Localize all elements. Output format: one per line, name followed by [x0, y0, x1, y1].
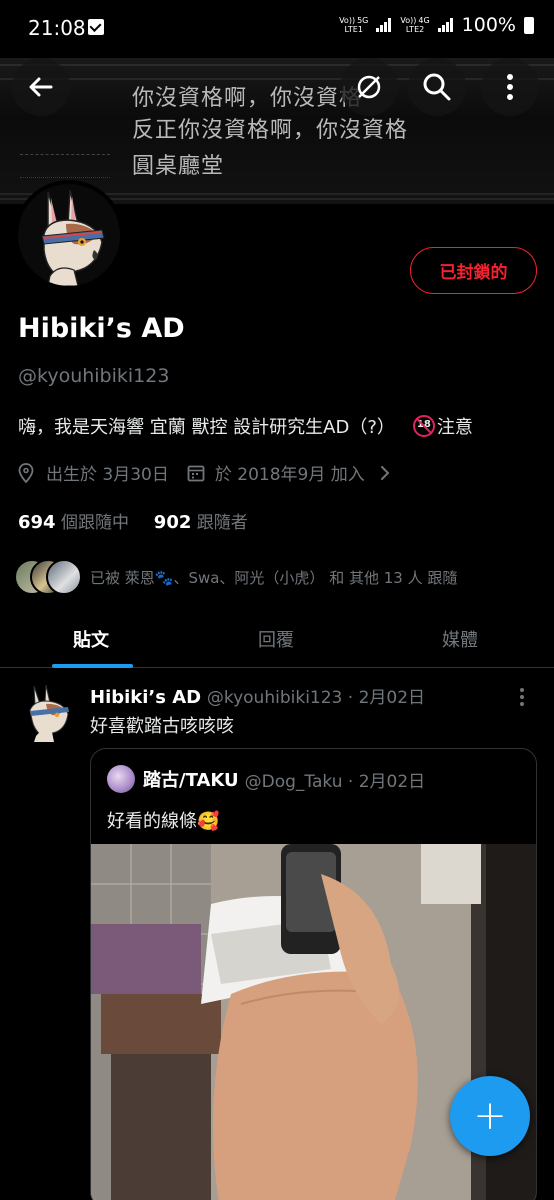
quoted-tweet-header: 踏古/TAKU @Dog_Taku · 2月02日 — [107, 765, 425, 793]
notification-check-icon — [88, 19, 104, 35]
tweet-handle-date: @kyouhibiki123 · 2月02日 — [206, 688, 426, 708]
bio-suffix: 注意 — [436, 417, 473, 438]
profile-meta: 出生於 3月30日 於 2018年9月 加入 — [18, 460, 391, 485]
followed-by-row[interactable]: 已被 萊恩🐾、Swa、阿光（小虎） 和 其他 13 人 跟隨 — [14, 558, 457, 596]
sim1-indicator: Vo)) 5G LTE1 — [339, 16, 369, 34]
tweet-header: Hibiki’s AD @kyouhibiki123 · 2月02日 — [90, 683, 425, 708]
banner-glitch — [20, 154, 110, 178]
compose-fab-button[interactable]: + — [450, 1076, 530, 1156]
signal-icon — [437, 18, 454, 32]
quoted-handle-date: @Dog_Taku · 2月02日 — [244, 771, 426, 792]
location-pin-icon — [18, 462, 34, 483]
follower-avatars — [14, 559, 86, 595]
signal-icon — [376, 18, 392, 32]
calendar-icon — [187, 465, 205, 481]
joined-text: 於 2018年9月 加入 — [214, 465, 365, 485]
no-signal-icon — [357, 75, 381, 99]
blocked-button[interactable]: 已封鎖的 — [410, 247, 537, 294]
tweet-author-name[interactable]: Hibiki’s AD — [90, 687, 201, 708]
tweet-avatar[interactable] — [22, 684, 72, 742]
bio-text: 嗨，我是天海響 宜蘭 獸控 設計研究生AD（?） — [18, 417, 395, 438]
avatar — [107, 765, 135, 793]
sim2-indicator: Vo)) 4G LTE2 — [400, 16, 430, 34]
tab-replies[interactable]: 回覆 — [258, 626, 294, 652]
rabbit-avatar-image — [18, 184, 120, 286]
more-button[interactable] — [481, 58, 539, 116]
quoted-author-name: 踏古/TAKU — [143, 770, 239, 791]
no-under-18-icon: 18 — [412, 415, 435, 437]
status-time: 21:08 — [28, 16, 86, 40]
status-bar: 21:08 Vo)) 5G LTE1 Vo)) 4G LTE2 100% — [0, 0, 554, 58]
followers-link[interactable]: 902 跟隨者 — [154, 512, 248, 533]
search-icon — [423, 73, 451, 101]
followed-by-text: 已被 萊恩🐾、Swa、阿光（小虎） 和 其他 13 人 跟隨 — [90, 568, 458, 587]
mute-button[interactable] — [340, 58, 398, 116]
banner-line-3: 圓桌廳堂 — [132, 154, 225, 179]
banner-line-1: 你沒資格啊，你沒資格 — [132, 86, 363, 111]
banner-line-2: 反正你沒資格啊，你沒資格 — [132, 118, 409, 143]
battery-percent: 100% — [461, 14, 516, 36]
plus-icon: + — [473, 1093, 507, 1139]
profile-bio: 嗨，我是天海響 宜蘭 獸控 設計研究生AD（?） 18 注意 — [18, 413, 473, 439]
quoted-tweet-text: 好看的線條🥰 — [107, 811, 220, 832]
birthday-text: 出生於 3月30日 — [46, 465, 169, 485]
avatar — [46, 559, 82, 595]
search-button[interactable] — [408, 58, 466, 116]
battery-icon — [524, 16, 534, 34]
more-vertical-icon — [507, 74, 513, 100]
arrow-left-icon — [29, 77, 53, 97]
profile-tabs: 貼文 回覆 媒體 — [0, 612, 554, 668]
chevron-right-icon[interactable] — [379, 465, 391, 481]
follow-stats: 694 個跟隨中 902 跟隨者 — [18, 508, 248, 533]
back-button[interactable] — [12, 58, 70, 116]
profile-name: Hibiki’s AD — [18, 313, 185, 344]
tab-posts[interactable]: 貼文 — [73, 626, 109, 652]
tab-media[interactable]: 媒體 — [442, 626, 478, 652]
following-link[interactable]: 694 個跟隨中 — [18, 512, 129, 533]
profile-handle: @kyouhibiki123 — [18, 365, 170, 387]
tweet-more-icon[interactable] — [520, 688, 524, 709]
profile-avatar[interactable] — [14, 180, 124, 290]
tweet-text: 好喜歡踏古咳咳咳 — [90, 716, 234, 737]
